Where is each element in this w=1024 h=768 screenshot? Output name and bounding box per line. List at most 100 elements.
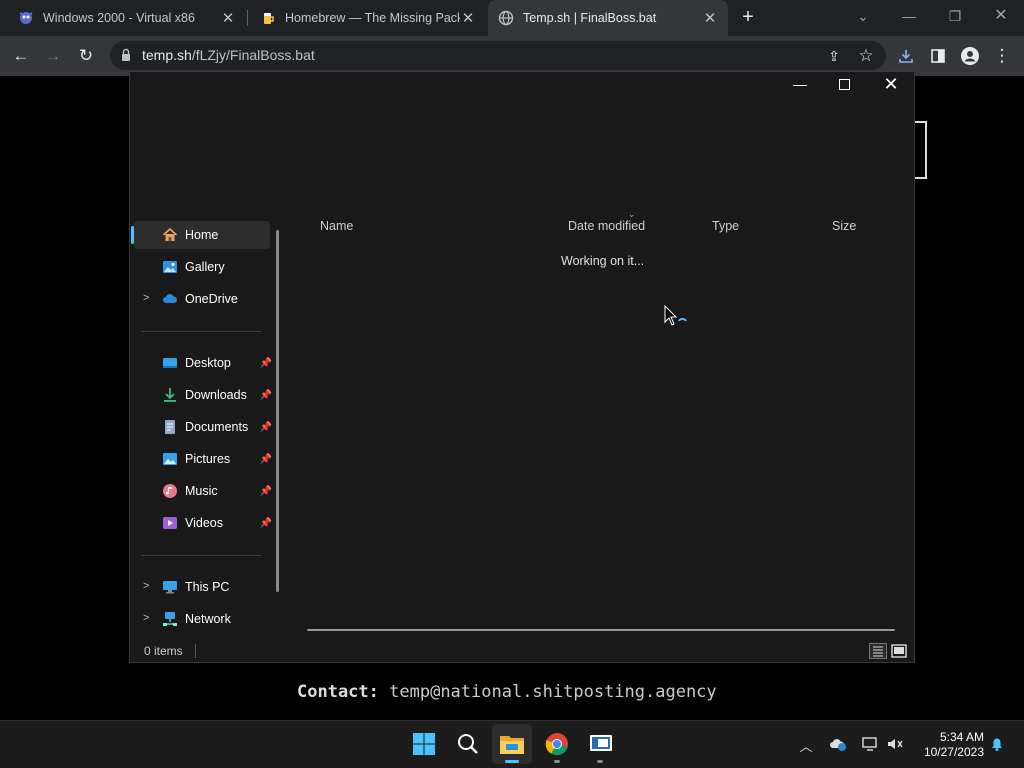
tab-homebrew[interactable]: Homebrew — The Missing Packa ✕ [250, 0, 486, 36]
remote-desktop-icon[interactable] [585, 728, 617, 760]
forward-arrow-icon[interactable]: → [41, 44, 65, 68]
tiles-view-icon[interactable] [890, 643, 908, 659]
nav-item-label: Network [185, 612, 231, 626]
notification-bell-icon[interactable] [988, 736, 1006, 754]
file-explorer-folder-icon[interactable] [496, 728, 528, 760]
tab-search-chevron-icon[interactable]: ⌄ [849, 4, 877, 28]
details-view-icon[interactable] [869, 643, 887, 659]
lock-icon[interactable] [121, 48, 131, 62]
explorer-close-icon[interactable]: ✕ [882, 74, 900, 94]
download-icon[interactable] [894, 44, 918, 68]
clock-time[interactable]: 5:34 AM [928, 730, 984, 744]
explorer-maximize-icon[interactable] [839, 79, 850, 90]
pin-icon[interactable]: 📌 [260, 390, 272, 401]
search-icon[interactable] [452, 728, 484, 760]
back-arrow-icon[interactable]: ← [9, 44, 33, 68]
close-tab-icon[interactable]: ✕ [460, 9, 476, 27]
tab-windows-2000[interactable]: Windows 2000 - Virtual x86 ✕ [8, 0, 246, 36]
v86-logo-icon [18, 10, 34, 26]
tab-separator [247, 10, 248, 26]
nav-item-network[interactable]: Network [162, 606, 272, 632]
busy-cursor-icon [664, 304, 690, 334]
new-tab-plus-icon[interactable]: + [736, 6, 760, 30]
desktop-icon [162, 355, 178, 371]
nav-item-music[interactable]: Music 📌 [162, 478, 272, 504]
nav-selection-accent [131, 226, 134, 244]
download-arrow-icon [162, 387, 178, 403]
chrome-icon[interactable] [541, 728, 573, 760]
globe-icon [498, 10, 514, 26]
nav-item-label: Downloads [185, 388, 247, 402]
nav-item-desktop[interactable]: Desktop 📌 [162, 350, 272, 376]
computer-icon [162, 579, 178, 595]
video-icon [162, 515, 178, 531]
nav-item-home[interactable]: Home [162, 222, 272, 248]
close-tab-icon[interactable]: ✕ [702, 9, 718, 27]
restore-icon[interactable]: ❐ [941, 4, 969, 28]
horizontal-scrollbar[interactable] [307, 629, 895, 631]
expand-chevron-icon[interactable]: > [143, 292, 149, 304]
share-icon[interactable]: ⇪ [822, 44, 846, 68]
nav-item-label: Documents [185, 420, 249, 434]
bookmark-star-icon[interactable]: ☆ [854, 44, 878, 68]
item-count: 0 items [144, 644, 183, 658]
nav-divider [141, 555, 261, 556]
network-tray-icon[interactable] [861, 736, 879, 754]
nav-divider [141, 331, 261, 332]
contact-label: Contact: [297, 682, 379, 702]
nav-item-label: OneDrive [185, 292, 238, 306]
close-window-icon[interactable]: ✕ [987, 4, 1015, 28]
pictures-icon [162, 451, 178, 467]
column-header-size[interactable]: Size [832, 219, 856, 233]
nav-item-gallery[interactable]: Gallery [162, 254, 272, 280]
running-app-indicator [554, 760, 560, 763]
url-text[interactable]: temp.sh/fLZjy/FinalBoss.bat [142, 47, 315, 63]
home-icon [162, 227, 178, 243]
nav-pane-scrollbar[interactable] [276, 230, 279, 592]
pin-icon[interactable]: 📌 [260, 358, 272, 369]
nav-item-label: Pictures [185, 452, 231, 466]
nav-item-label: Music [185, 484, 218, 498]
show-hidden-icons-chevron[interactable]: ︿ [797, 736, 815, 754]
volume-muted-icon[interactable] [886, 736, 904, 754]
nav-item-label: Videos [185, 516, 223, 530]
pin-icon[interactable]: 📌 [260, 486, 272, 497]
music-icon [162, 483, 178, 499]
status-separator [195, 644, 196, 658]
profile-avatar-icon[interactable] [958, 44, 982, 68]
column-header-type[interactable]: Type [712, 219, 739, 233]
nav-item-label: Gallery [185, 260, 225, 274]
nav-item-documents[interactable]: Documents 📌 [162, 414, 272, 440]
contact-line: Contact: temp@national.shitposting.agenc… [297, 682, 717, 702]
kebab-menu-icon[interactable]: ⋮ [990, 44, 1014, 68]
expand-chevron-icon[interactable]: > [143, 612, 149, 624]
pin-icon[interactable]: 📌 [260, 518, 272, 529]
explorer-minimize-icon[interactable]: — [792, 76, 808, 92]
nav-item-label: This PC [185, 580, 230, 594]
tab-temp-sh[interactable]: Temp.sh | FinalBoss.bat ✕ [488, 0, 728, 36]
cloud-icon [162, 291, 178, 307]
pin-icon[interactable]: 📌 [260, 422, 272, 433]
tab-title: Windows 2000 - Virtual x86 [43, 11, 195, 25]
side-panel-icon[interactable] [926, 44, 950, 68]
windows-start-icon[interactable] [408, 728, 440, 760]
nav-item-this-pc[interactable]: This PC [162, 574, 272, 600]
minimize-icon[interactable]: — [895, 4, 923, 28]
clock-date[interactable]: 10/27/2023 [915, 745, 984, 759]
nav-item-label: Desktop [185, 356, 231, 370]
nav-item-videos[interactable]: Videos 📌 [162, 510, 272, 536]
reload-icon[interactable]: ↻ [74, 44, 98, 68]
nav-item-onedrive[interactable]: OneDrive [162, 286, 272, 312]
onedrive-tray-icon[interactable] [829, 736, 847, 754]
pin-icon[interactable]: 📌 [260, 454, 272, 465]
url-host: temp.sh [142, 47, 192, 63]
nav-item-pictures[interactable]: Pictures 📌 [162, 446, 272, 472]
close-tab-icon[interactable]: ✕ [220, 9, 236, 27]
tab-title: Temp.sh | FinalBoss.bat [523, 11, 657, 25]
column-header-date-modified[interactable]: Date modified [568, 219, 645, 233]
contact-email[interactable]: temp@national.shitposting.agency [389, 682, 717, 702]
column-header-name[interactable]: Name [320, 219, 353, 233]
document-icon [162, 419, 178, 435]
expand-chevron-icon[interactable]: > [143, 580, 149, 592]
nav-item-downloads[interactable]: Downloads 📌 [162, 382, 272, 408]
